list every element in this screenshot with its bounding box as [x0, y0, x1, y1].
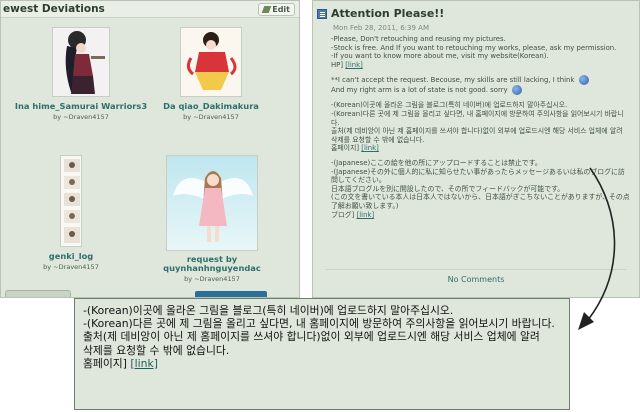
sorry-emote-icon [511, 85, 522, 96]
notice-line: -(Korean)이곳에 올라온 그림을 블로그(특히 네이버)에 업로드하지 … [331, 101, 568, 110]
notice-line: 출처(제 데비앙이 아닌 제 홈페이지를 쓰셔야 합니다)없이 외부에 업로드시… [331, 127, 623, 136]
deviation-author[interactable]: by ~Draven4157 [151, 113, 271, 121]
journal-panel: Attention Please!! Mon Feb 28, 2011, 6:3… [312, 0, 640, 298]
thumbnail-art-angel [167, 156, 257, 250]
notice-line: -Please, Don't retouching and reusing my… [331, 35, 506, 43]
zoom-text: 홈페이지] [83, 356, 127, 370]
more-deviations-button[interactable] [195, 291, 267, 297]
no-comments-link[interactable]: No Comments [313, 275, 639, 284]
zoom-line: 삭제를 요청할 수 밖에 없습니다. [83, 343, 230, 357]
thumbnail-art-ina-hime [53, 28, 109, 96]
journal-title[interactable]: Attention Please!! [331, 7, 444, 20]
deviation-item[interactable]: Da qiao_Dakimakura by ~Draven4157 [151, 27, 271, 121]
deviation-title[interactable]: Da qiao_Dakimakura [151, 101, 271, 111]
korean-notice: -(Korean)이곳에 올라온 그림을 블로그(특히 네이버)에 업로드하지 … [331, 101, 631, 153]
korean-homepage-link[interactable]: [link] [361, 144, 379, 152]
deviation-author[interactable]: by ~Draven4157 [11, 113, 151, 121]
notice-line: HP] [331, 60, 344, 69]
zoom-line: 홈페이지] [link] [83, 357, 561, 370]
notice-line: **I can't accept the request. Becouse, m… [331, 76, 575, 85]
zoom-homepage-link[interactable]: [link] [130, 357, 158, 370]
zoom-line: -(Korean)다른 곳에 제 그림을 올리고 싶다면, 내 홈페이지에 방문… [83, 317, 555, 331]
journal-date: Mon Feb 28, 2011, 6:39 AM [333, 24, 429, 32]
notice-line: 日本語ブログルを別に開設したので、その所でフィードバックが可能です。 [331, 184, 565, 193]
deviation-author[interactable]: by ~Draven4157 [147, 275, 277, 283]
sad-emote-icon [578, 75, 589, 86]
deviation-thumbnail[interactable] [166, 155, 258, 251]
notice-line: (この文を書いている本人は日本人ではないから、日本語がぎこちないことがありますが… [331, 193, 630, 210]
divider [325, 269, 627, 270]
notice-line: -If you want to know more about me, visi… [331, 52, 549, 61]
homepage-link[interactable]: [link] [345, 61, 363, 69]
pencil-icon [261, 5, 272, 13]
notice-line: 삭제를 요청할 수 밖에 없습니다. [331, 135, 425, 144]
request-notice: **I can't accept the request. Becouse, m… [331, 75, 631, 96]
deviation-item[interactable]: request by quynhanhnguyendac by ~Draven4… [147, 155, 277, 283]
notice-line: ブログ] [331, 210, 355, 219]
deviation-title[interactable]: genki_log [31, 251, 111, 261]
deviation-item[interactable]: Ina hime_Samurai Warriors3 by ~Draven415… [11, 27, 151, 121]
panel-header: ewest Deviations Edit [1, 1, 299, 18]
deviation-thumbnail[interactable] [180, 27, 242, 97]
notice-line: And my right arm is a lot of state is no… [331, 86, 508, 95]
newest-deviations-panel: ewest Deviations Edit Ina hime_Samurai W… [0, 0, 300, 298]
edit-label: Edit [272, 4, 290, 14]
notice-line: 홈페이지] [331, 144, 360, 153]
deviation-thumbnail[interactable] [60, 155, 82, 247]
panel-title: ewest Deviations [3, 3, 105, 15]
notice-line: -(Japanese)ここの絵を他の所にアップロードすることは禁止です。 [331, 158, 542, 167]
japanese-notice: -(Japanese)ここの絵を他の所にアップロードすることは禁止です。 -(J… [331, 159, 631, 219]
deviation-title[interactable]: Ina hime_Samurai Warriors3 [11, 101, 151, 111]
notice-line: -(Korean)다른 곳에 제 그림을 올리고 싶다면, 내 홈페이지에 방문… [331, 109, 624, 127]
journal-icon [317, 8, 327, 19]
thumbnail-art-da-qiao [181, 28, 241, 96]
japanese-blog-link[interactable]: [link] [357, 211, 375, 219]
deviation-thumbnail[interactable] [52, 27, 110, 97]
zoomed-korean-notice: -(Korean)이곳에 올라온 그림을 블로그(특히 네이버)에 업로드하지 … [74, 298, 570, 410]
zoom-line: 출처(제 데비앙이 아닌 제 홈페이지를 쓰셔야 합니다)없이 외부에 업로드시… [83, 330, 540, 344]
deviation-title[interactable]: request by quynhanhnguyendac [147, 255, 277, 273]
english-notice: -Please, Don't retouching and reusing my… [331, 35, 631, 69]
deviation-item[interactable]: genki_log by ~Draven4157 [31, 155, 111, 271]
edit-button[interactable]: Edit [258, 2, 295, 16]
thumbnail-art-genki-log [61, 156, 81, 246]
prev-page-button[interactable] [5, 290, 71, 297]
deviation-author[interactable]: by ~Draven4157 [31, 263, 111, 271]
notice-line: -Stock is free. And If you want to retou… [331, 43, 617, 52]
notice-line: -(Japanese)その外に個人的に私に知らせたい事があったらメッセージあるい… [331, 167, 625, 185]
journal-header: Attention Please!! Mon Feb 28, 2011, 6:3… [313, 1, 639, 32]
journal-body: -Please, Don't retouching and reusing my… [331, 35, 631, 225]
zoom-line: -(Korean)이곳에 올라온 그림을 블로그(특히 네이버)에 업로드하지 … [83, 304, 454, 317]
